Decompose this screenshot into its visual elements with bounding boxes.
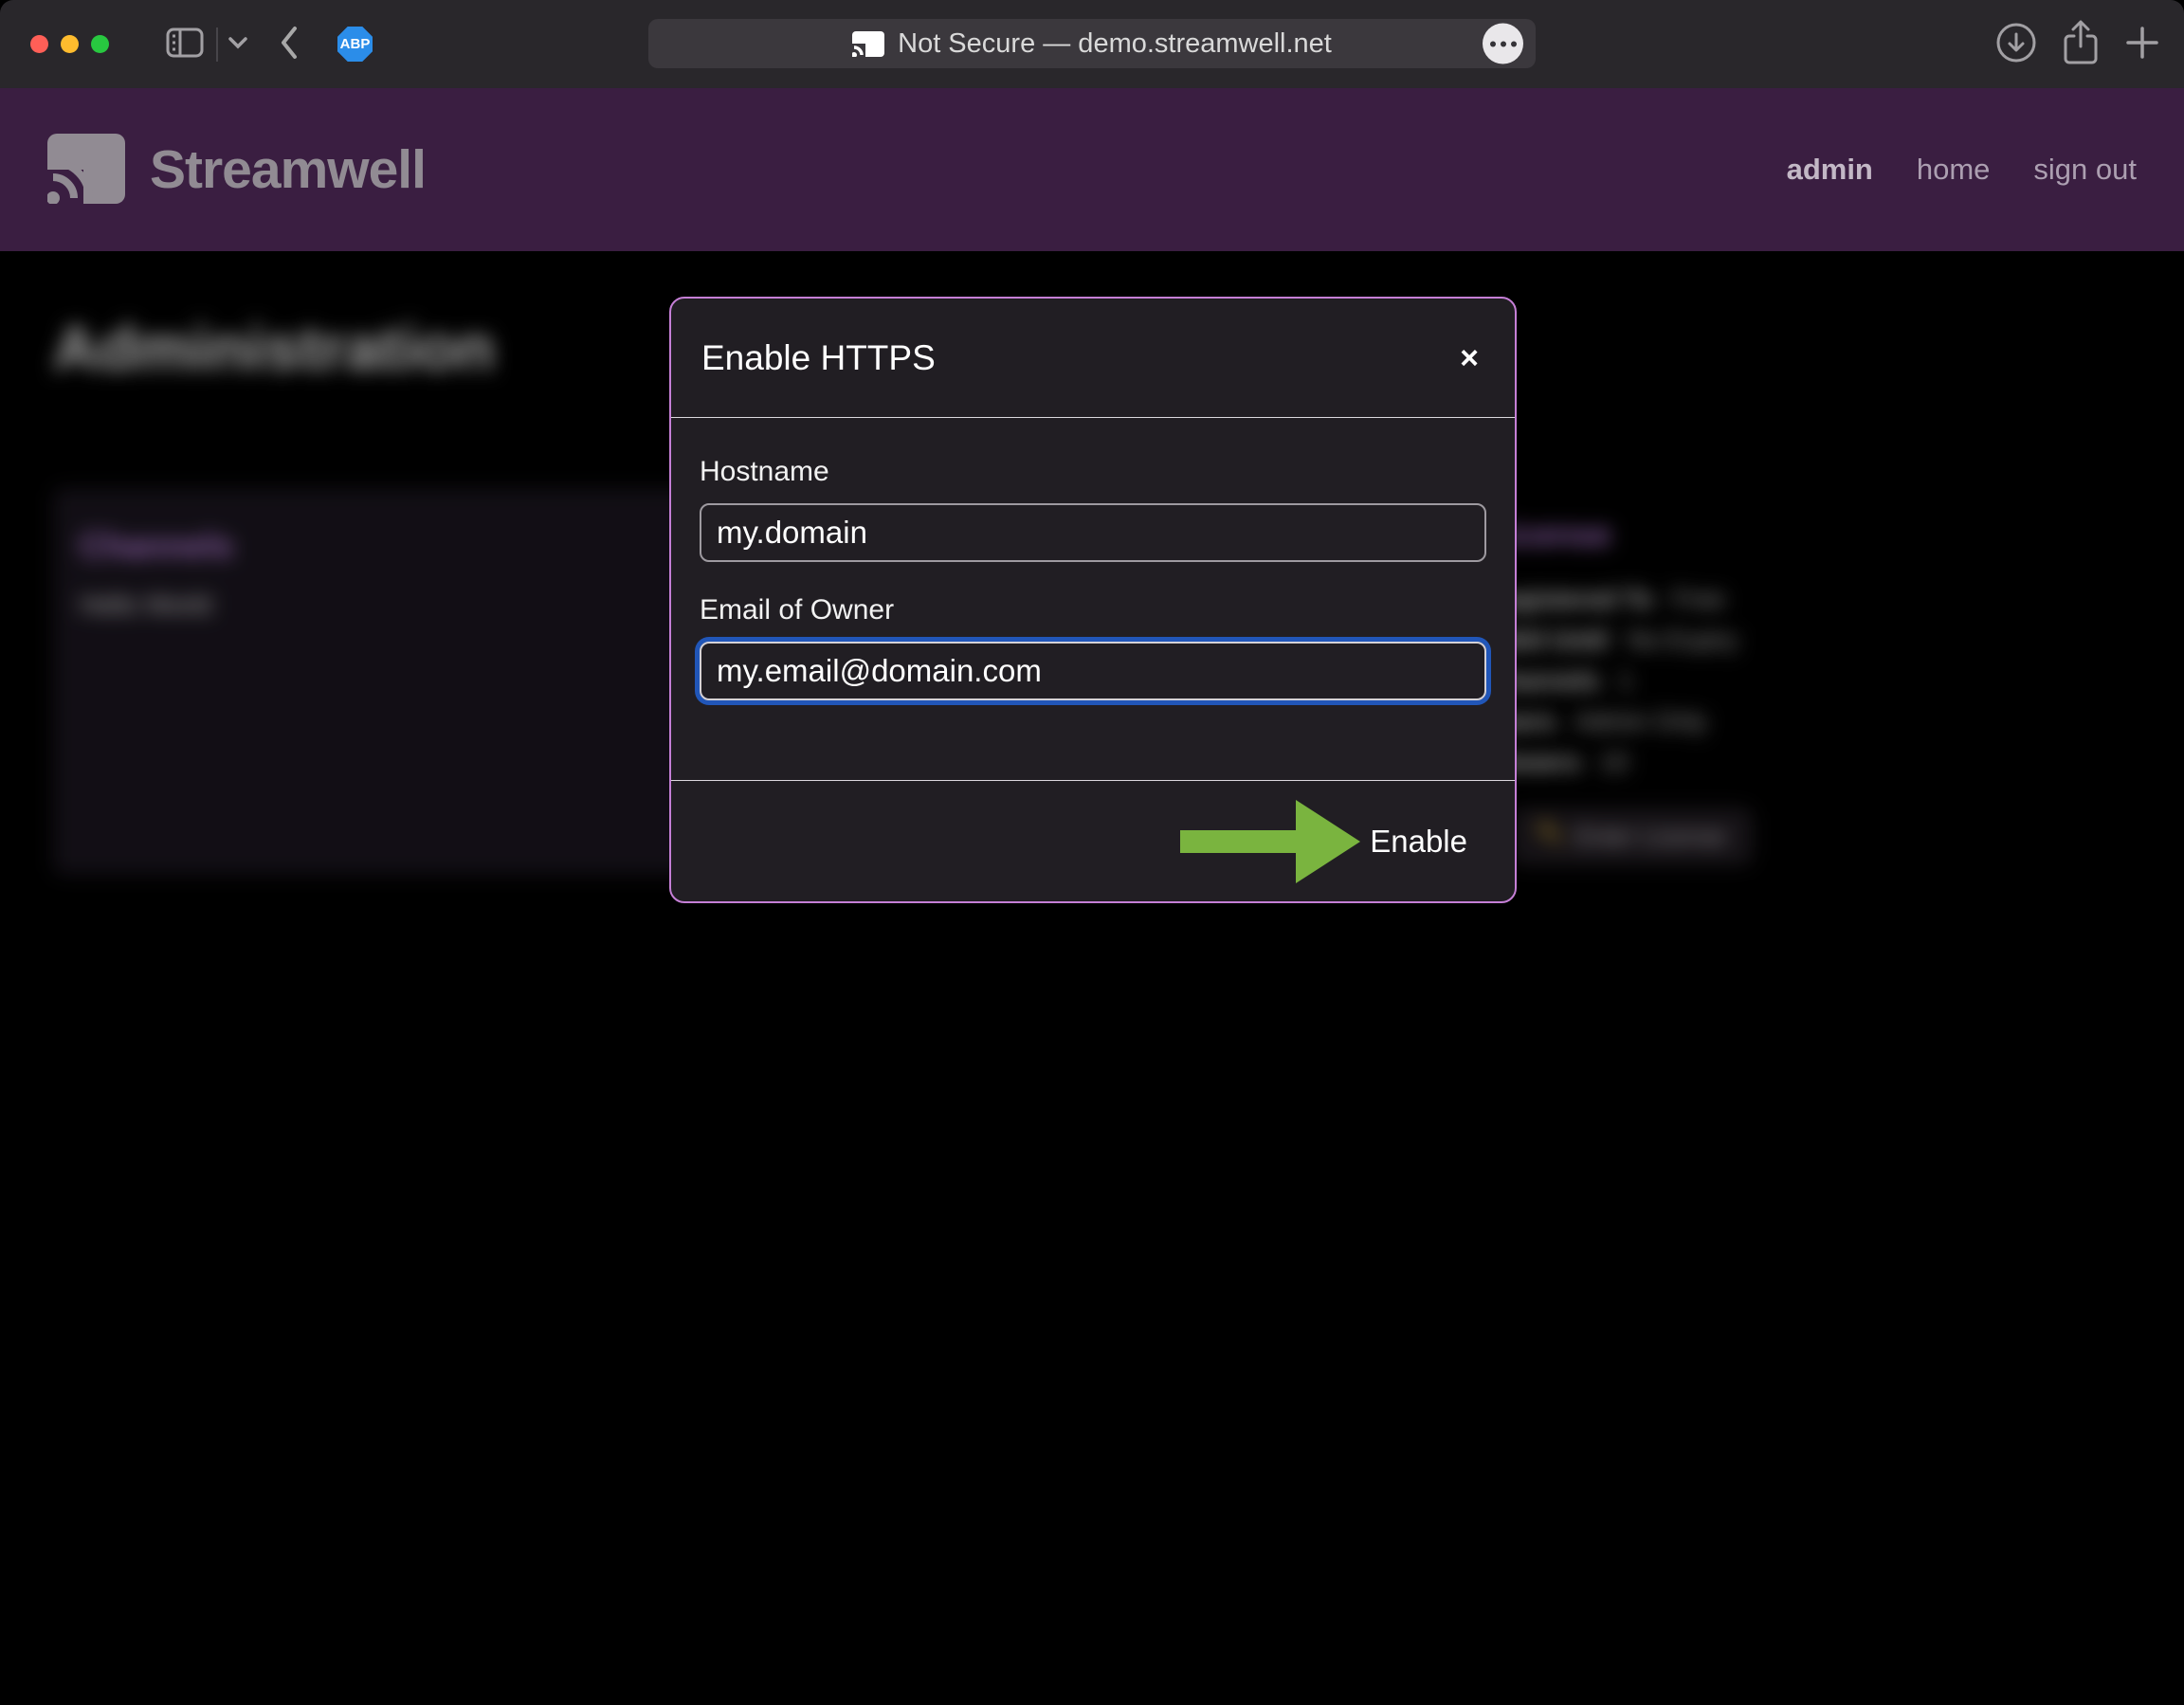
enable-button[interactable]: Enable: [1360, 818, 1477, 865]
modal-header: Enable HTTPS ×: [671, 299, 1515, 418]
page-settings-ellipsis-button[interactable]: [1483, 24, 1523, 64]
chevron-left-icon: [279, 26, 300, 63]
site-nav: admin home sign out: [1787, 153, 2137, 187]
enter-license-button[interactable]: Enter License: [1513, 809, 1751, 863]
nav-link-home[interactable]: home: [1917, 153, 1991, 187]
share-icon: [2059, 19, 2102, 69]
downloads-button[interactable]: [1994, 21, 2038, 67]
new-tab-button[interactable]: [2123, 24, 2161, 64]
license-row-value: Free: [1672, 579, 1725, 620]
license-row-value: Admin Only: [1574, 701, 1707, 742]
modal-close-button[interactable]: ×: [1454, 342, 1484, 374]
email-field-group: Email of Owner: [700, 594, 1486, 700]
enable-https-modal: Enable HTTPS × Hostname Email of Owner E…: [669, 297, 1517, 903]
email-label: Email of Owner: [700, 594, 1486, 626]
email-input[interactable]: [700, 642, 1486, 700]
page-title: Administration: [53, 312, 495, 384]
hostname-label: Hostname: [700, 456, 1486, 488]
window-close-button[interactable]: [30, 35, 48, 53]
site-header: Streamwell admin home sign out: [0, 88, 2184, 251]
brand-logo[interactable]: Streamwell: [47, 134, 426, 207]
back-button[interactable]: [279, 26, 300, 63]
window-zoom-button[interactable]: [91, 35, 109, 53]
brand-wordmark: Streamwell: [150, 138, 426, 201]
license-row-value: 1: [1619, 661, 1633, 701]
license-row: Viewers 10: [1484, 742, 2167, 783]
license-panel: License Registered To Free Valid Until N…: [1484, 515, 2167, 863]
license-row: Channels 1: [1484, 661, 2167, 701]
license-title: License: [1484, 515, 2167, 554]
tab-overview-chevron-button[interactable]: [228, 36, 248, 52]
license-row: Users Admin Only: [1484, 701, 2167, 742]
annotation-arrow: [1180, 792, 1360, 891]
license-row-value: No Expiry: [1628, 620, 1738, 661]
nav-link-signout[interactable]: sign out: [2033, 153, 2137, 187]
modal-body: Hostname Email of Owner: [671, 418, 1515, 780]
license-row: Valid Until No Expiry: [1484, 620, 2167, 661]
hostname-field-group: Hostname: [700, 456, 1486, 562]
license-row-value: 10: [1600, 742, 1629, 783]
abp-icon-label: ABP: [340, 36, 371, 52]
browser-chrome: ABP Not Secure — demo.streamwell.net: [0, 0, 2184, 88]
modal-footer: Enable: [671, 780, 1515, 901]
cast-icon: [47, 134, 125, 207]
address-bar-text: Not Secure — demo.streamwell.net: [898, 28, 1332, 60]
toolbar-divider: [216, 27, 218, 62]
chevron-down-icon: [228, 36, 248, 52]
hostname-input[interactable]: [700, 503, 1486, 562]
key-icon: [1538, 821, 1562, 852]
nav-link-admin[interactable]: admin: [1787, 153, 1873, 187]
enter-license-label: Enter License: [1575, 822, 1726, 851]
license-row: Registered To Free: [1484, 579, 2167, 620]
address-bar[interactable]: Not Secure — demo.streamwell.net: [648, 19, 1536, 68]
site-favicon-cast-icon: [852, 31, 884, 57]
download-icon: [1994, 21, 2038, 67]
modal-title: Enable HTTPS: [701, 338, 936, 378]
window-controls: [30, 35, 109, 53]
plus-icon: [2123, 24, 2161, 64]
sidebar-toggle-button[interactable]: [166, 27, 204, 61]
chrome-right-buttons: [1994, 0, 2161, 88]
sidebar-icon: [166, 27, 204, 61]
window-minimize-button[interactable]: [61, 35, 79, 53]
channel-link[interactable]: Hello World: [80, 590, 211, 620]
adblock-extension-button[interactable]: ABP: [337, 27, 373, 62]
share-button[interactable]: [2059, 19, 2102, 69]
